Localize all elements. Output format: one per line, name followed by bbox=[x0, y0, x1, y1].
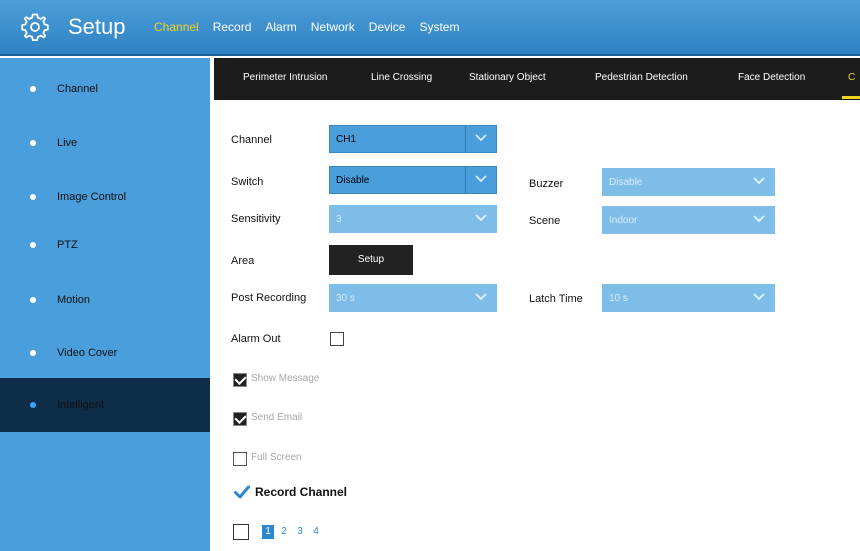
chevron-down-icon bbox=[475, 293, 487, 301]
chevron-down-icon bbox=[753, 215, 765, 223]
sidebar-item-label: Video Cover bbox=[57, 347, 118, 359]
nav-channel[interactable]: Channel bbox=[154, 20, 199, 34]
sidebar-item-motion[interactable]: Motion bbox=[0, 273, 210, 327]
nav-system[interactable]: System bbox=[419, 20, 459, 34]
bullet-icon bbox=[30, 194, 36, 200]
bullet-icon bbox=[30, 350, 36, 356]
sidebar-item-intelligent[interactable]: Intelligent bbox=[0, 378, 210, 432]
sidebar-item-label: Intelligent bbox=[57, 399, 105, 411]
record-channel-checkmark-icon[interactable] bbox=[234, 485, 250, 499]
full-screen-label: Full Screen bbox=[251, 452, 302, 463]
tab-line-crossing[interactable]: Line Crossing bbox=[371, 72, 432, 83]
bullet-icon bbox=[30, 140, 36, 146]
bullet-icon bbox=[30, 242, 36, 248]
top-bar: Setup Channel Record Alarm Network Devic… bbox=[0, 0, 860, 56]
show-message-label: Show Message bbox=[251, 373, 320, 384]
sidebar-item-label: Channel bbox=[57, 83, 98, 95]
sub-tab-bar: Perimeter Intrusion Line Crossing Statio… bbox=[214, 58, 860, 100]
sidebar-item-label: PTZ bbox=[57, 239, 78, 251]
switch-label: Switch bbox=[231, 176, 264, 188]
alarm-out-label: Alarm Out bbox=[231, 333, 281, 345]
bullet-icon bbox=[30, 297, 36, 303]
tab-pedestrian-detection[interactable]: Pedestrian Detection bbox=[595, 72, 688, 83]
area-label: Area bbox=[231, 255, 255, 267]
chevron-down-icon bbox=[753, 177, 765, 185]
buzzer-label: Buzzer bbox=[529, 178, 564, 190]
scene-select[interactable]: Indoor bbox=[602, 206, 775, 234]
chevron-down-icon bbox=[475, 214, 487, 222]
channel-toggle-1[interactable]: 1 bbox=[262, 525, 274, 539]
bullet-icon bbox=[30, 86, 36, 92]
buzzer-value: Disable bbox=[609, 177, 643, 188]
area-setup-button[interactable]: Setup bbox=[329, 245, 413, 275]
sidebar: Channel Live Image Control PTZ Motion Vi… bbox=[0, 58, 210, 551]
scene-label: Scene bbox=[529, 215, 561, 227]
buzzer-select[interactable]: Disable bbox=[602, 168, 775, 196]
latch-time-label: Latch Time bbox=[529, 293, 583, 305]
alarm-out-checkbox[interactable] bbox=[330, 332, 344, 346]
chevron-down-icon bbox=[475, 175, 487, 183]
select-divider bbox=[465, 167, 466, 193]
gear-icon bbox=[21, 13, 49, 41]
sidebar-item-video-cover[interactable]: Video Cover bbox=[0, 326, 210, 380]
channel-toggle-2[interactable]: 2 bbox=[278, 525, 290, 539]
nav-record[interactable]: Record bbox=[213, 20, 252, 34]
post-recording-value: 30 s bbox=[336, 293, 355, 304]
switch-select[interactable]: Disable bbox=[329, 166, 497, 194]
switch-value: Disable bbox=[336, 175, 370, 186]
sidebar-item-label: Motion bbox=[57, 294, 91, 306]
nav-network[interactable]: Network bbox=[311, 20, 355, 34]
nav-alarm[interactable]: Alarm bbox=[265, 20, 296, 34]
sidebar-item-label: Image Control bbox=[57, 191, 127, 203]
scene-value: Indoor bbox=[609, 215, 638, 226]
sensitivity-label: Sensitivity bbox=[231, 213, 281, 225]
tab-cross-counting[interactable]: C bbox=[848, 72, 855, 83]
post-recording-select[interactable]: 30 s bbox=[329, 284, 497, 312]
tab-perimeter-intrusion[interactable]: Perimeter Intrusion bbox=[243, 72, 327, 83]
show-message-checkbox[interactable] bbox=[233, 373, 247, 387]
sidebar-item-image-control[interactable]: Image Control bbox=[0, 170, 210, 224]
nav-device[interactable]: Device bbox=[369, 20, 406, 34]
tab-face-detection[interactable]: Face Detection bbox=[738, 72, 805, 83]
bullet-icon bbox=[30, 402, 36, 408]
channel-value: CH1 bbox=[336, 134, 357, 145]
channel-toggle-3[interactable]: 3 bbox=[294, 525, 306, 539]
send-email-checkbox[interactable] bbox=[233, 412, 247, 426]
active-tab-indicator bbox=[842, 96, 860, 99]
sidebar-item-label: Live bbox=[57, 137, 78, 149]
channel-label: Channel bbox=[231, 134, 272, 146]
sidebar-item-ptz[interactable]: PTZ bbox=[0, 218, 210, 272]
full-screen-checkbox[interactable] bbox=[233, 452, 247, 466]
post-recording-label: Post Recording bbox=[231, 292, 307, 304]
tab-stationary-object[interactable]: Stationary Object bbox=[469, 72, 546, 83]
send-email-label: Send Email bbox=[251, 412, 303, 423]
sidebar-item-live[interactable]: Live bbox=[0, 116, 210, 170]
chevron-down-icon bbox=[475, 134, 487, 142]
chevron-down-icon bbox=[753, 293, 765, 301]
latch-time-value: 10 s bbox=[609, 293, 628, 304]
sensitivity-select[interactable]: 3 bbox=[329, 205, 497, 233]
sidebar-item-channel[interactable]: Channel bbox=[0, 62, 210, 116]
select-divider bbox=[465, 126, 466, 152]
top-nav: Channel Record Alarm Network Device Syst… bbox=[154, 20, 459, 34]
sensitivity-value: 3 bbox=[336, 214, 342, 225]
app-title: Setup bbox=[68, 14, 126, 39]
record-channel-label: Record Channel bbox=[255, 485, 348, 499]
channel-toggle-4[interactable]: 4 bbox=[310, 525, 322, 539]
channel-select[interactable]: CH1 bbox=[329, 125, 497, 153]
latch-time-select[interactable]: 10 s bbox=[602, 284, 775, 312]
select-all-channels-checkbox[interactable] bbox=[233, 524, 249, 540]
